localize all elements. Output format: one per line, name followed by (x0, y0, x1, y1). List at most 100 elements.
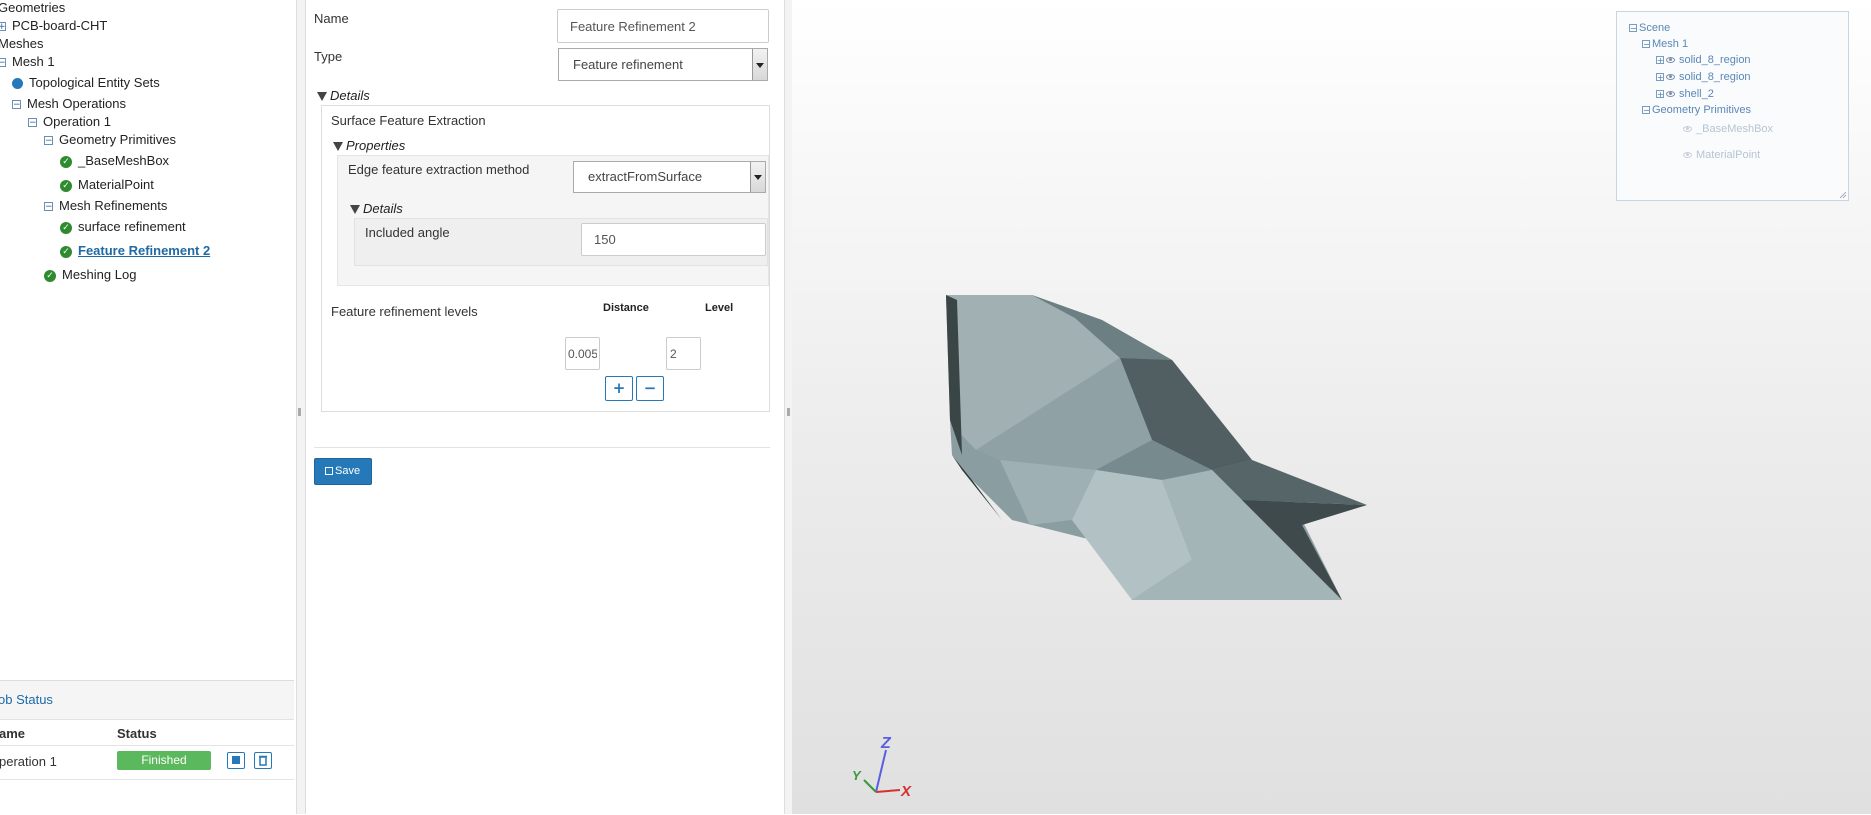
scene-root[interactable]: − Scene (1629, 22, 1670, 34)
collapse-icon[interactable]: − (1629, 24, 1637, 33)
axis-y-label: Y (852, 768, 862, 783)
tree-geometry-primitives[interactable]: − Geometry Primitives (44, 132, 176, 148)
job-col-name: ame (0, 726, 26, 741)
tree-operation1[interactable]: − Operation 1 (28, 114, 111, 130)
eye-icon[interactable] (1666, 91, 1675, 98)
tree-feature-refinement-2-label[interactable]: Feature Refinement 2 (78, 243, 210, 258)
eye-icon[interactable] (1683, 126, 1692, 133)
scene-region-2[interactable]: + solid_8_region (1656, 71, 1751, 83)
scene-shell[interactable]: + shell_2 (1656, 88, 1714, 100)
tree-topo-sets-label: Topological Entity Sets (29, 75, 160, 90)
tree-surface-refinement-label: surface refinement (78, 219, 186, 234)
collapse-icon[interactable]: − (44, 202, 53, 212)
remove-level-button[interactable]: − (636, 376, 664, 401)
check-icon: ✓ (44, 269, 56, 282)
collapse-icon[interactable]: − (12, 100, 21, 110)
grip-handle[interactable] (298, 408, 301, 416)
eye-icon[interactable] (1683, 152, 1692, 159)
expand-icon[interactable]: + (1656, 90, 1664, 99)
chevron-down-icon[interactable] (750, 162, 765, 192)
level-field[interactable] (666, 337, 701, 370)
check-icon: ✓ (60, 155, 72, 168)
axis-z-label: Z (880, 735, 892, 752)
distance-field[interactable] (565, 337, 600, 370)
scene-material-point-label: MaterialPoint (1696, 149, 1761, 161)
tree-pcb-board[interactable]: + PCB-board-CHT (0, 18, 107, 34)
tree-base-mesh-box[interactable]: ✓ _BaseMeshBox (60, 153, 169, 169)
surface-feature-extraction-label: Surface Feature Extraction (331, 113, 486, 128)
eye-icon[interactable] (1666, 57, 1675, 64)
expand-icon[interactable]: + (1656, 56, 1664, 65)
collapse-icon[interactable]: − (44, 136, 53, 146)
tree-mesh1-label: Mesh 1 (12, 54, 55, 69)
grip-handle[interactable] (787, 408, 790, 416)
name-label: Name (314, 11, 349, 26)
scene-region-1[interactable]: + solid_8_region (1656, 54, 1751, 66)
check-icon: ✓ (60, 245, 72, 258)
triangle-down-icon (350, 205, 360, 215)
tree-mesh1[interactable]: −Mesh 1 (0, 54, 55, 70)
stop-icon (232, 756, 240, 764)
scene-tree-panel: − Scene − Mesh 1 + solid_8_region + solid_8_… (1616, 11, 1849, 201)
inner-details-title: Details (363, 201, 403, 216)
tree-meshes-label: Meshes (0, 36, 44, 51)
included-angle-field[interactable] (581, 223, 766, 256)
scene-base-mesh-box-label: _BaseMeshBox (1696, 123, 1774, 135)
tree-material-point[interactable]: ✓ MaterialPoint (60, 177, 154, 193)
tree-mesh-refinements-label: Mesh Refinements (59, 198, 168, 213)
tree-mesh-operations[interactable]: − Mesh Operations (12, 96, 126, 112)
tree-feature-refinement-2[interactable]: ✓ Feature Refinement 2 (60, 243, 210, 259)
job-status-title[interactable]: ob Status (0, 692, 53, 707)
details-toggle[interactable]: Details (317, 88, 370, 103)
tree-geometries[interactable]: Geometries (0, 0, 65, 16)
eye-icon[interactable] (1666, 74, 1675, 81)
tree-mesh-operations-label: Mesh Operations (27, 96, 126, 111)
triangle-down-icon (317, 92, 327, 102)
scene-material-point[interactable]: MaterialPoint (1683, 149, 1760, 161)
inner-details-toggle[interactable]: Details (350, 201, 403, 216)
tree-mesh-refinements[interactable]: − Mesh Refinements (44, 198, 167, 214)
properties-title: Properties (346, 138, 406, 153)
expand-icon[interactable]: + (0, 22, 6, 32)
type-select-value: Feature refinement (573, 57, 683, 72)
save-button[interactable]: Save (314, 458, 372, 485)
collapse-icon[interactable]: − (28, 118, 37, 128)
tree-geometries-label: Geometries (0, 0, 66, 15)
collapse-icon[interactable]: − (0, 58, 6, 68)
scene-base-mesh-box[interactable]: _BaseMeshBox (1683, 123, 1773, 135)
tree-meshing-log[interactable]: ✓ Meshing Log (44, 267, 136, 283)
scene-geometry-primitives[interactable]: − Geometry Primitives (1642, 104, 1751, 116)
stop-button[interactable] (227, 752, 245, 769)
scene-mesh1-label: Mesh 1 (1652, 38, 1689, 50)
scene-mesh1[interactable]: − Mesh 1 (1642, 38, 1688, 50)
tree-pcb-board-label: PCB-board-CHT (12, 18, 108, 33)
name-field[interactable] (557, 9, 769, 43)
axis-x-label: X (900, 783, 912, 800)
tree-meshes[interactable]: Meshes (0, 36, 44, 52)
3d-viewport[interactable]: Z X Y − Scene − Mesh 1 + solid_8_region + so… (792, 0, 1871, 814)
entity-set-icon (12, 78, 23, 90)
collapse-icon[interactable]: − (1642, 106, 1650, 115)
edge-method-select[interactable]: extractFromSurface (573, 161, 766, 193)
distance-header: Distance (603, 302, 649, 314)
collapse-icon[interactable]: − (1642, 40, 1650, 49)
resize-handle-icon[interactable] (1839, 191, 1847, 199)
details-title: Details (330, 88, 370, 103)
expand-icon[interactable]: + (1656, 73, 1664, 82)
tree-topo-sets[interactable]: Topological Entity Sets (12, 75, 160, 91)
edge-method-value: extractFromSurface (588, 169, 703, 184)
type-select[interactable]: Feature refinement (558, 48, 768, 81)
tree-geometry-primitives-label: Geometry Primitives (59, 132, 177, 147)
tree-operation1-label: Operation 1 (43, 114, 111, 129)
tree-surface-refinement[interactable]: ✓ surface refinement (60, 219, 186, 235)
properties-toggle[interactable]: Properties (333, 138, 405, 153)
scene-region-1-label: solid_8_region (1679, 54, 1751, 66)
left-splitter[interactable] (296, 0, 306, 814)
job-row-name: peration 1 (0, 754, 57, 769)
add-level-button[interactable]: + (605, 376, 633, 401)
chevron-down-icon[interactable] (752, 49, 767, 80)
job-status-panel: ob Status ame Status peration 1 Finished (0, 680, 294, 815)
delete-button[interactable] (254, 752, 272, 769)
level-header: Level (705, 302, 734, 314)
scene-root-label: Scene (1639, 22, 1671, 34)
